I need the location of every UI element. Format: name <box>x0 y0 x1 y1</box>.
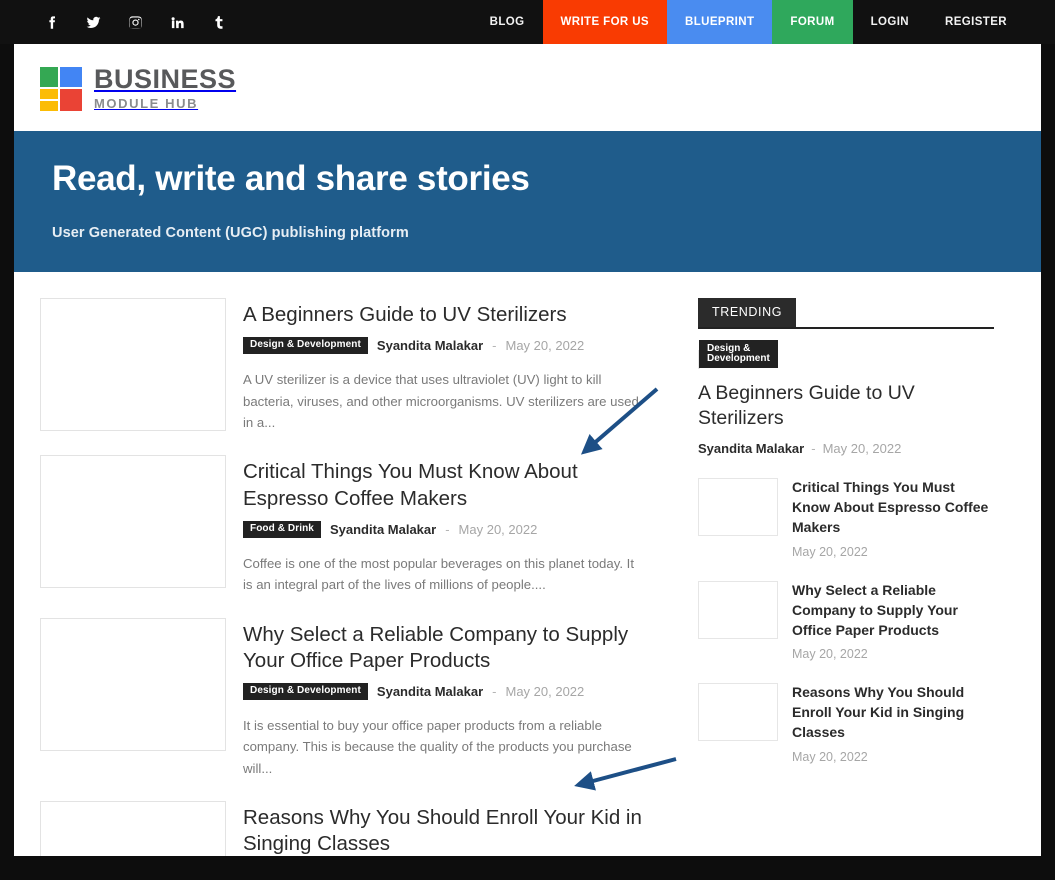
trending-list-item[interactable]: Why Select a Reliable Company to Supply … <box>698 580 994 662</box>
menu-item-forum[interactable]: FORUM <box>772 0 853 44</box>
hero-heading: Read, write and share stories <box>52 159 530 198</box>
article-excerpt: It is essential to buy your office paper… <box>243 718 632 776</box>
site-header: BUSINESS MODULE HUB <box>14 44 1041 131</box>
article-thumbnail[interactable] <box>40 298 226 431</box>
article-excerpt: A UV sterilizer is a device that uses ul… <box>243 372 639 430</box>
trending-featured-title[interactable]: A Beginners Guide to UV Sterilizers <box>698 381 994 432</box>
article-date: May 20, 2022 <box>505 338 585 354</box>
menu-item-blueprint[interactable]: BLUEPRINT <box>667 0 773 44</box>
article-item[interactable]: A Beginners Guide to UV Sterilizers Desi… <box>40 298 660 433</box>
article-meta: Food & Drink Syandita Malakar - May 20, … <box>243 520 660 538</box>
category-badge[interactable]: Food & Drink <box>243 520 321 538</box>
article-meta: Design & Development Syandita Malakar - … <box>243 683 660 701</box>
article-date: May 20, 2022 <box>822 441 902 457</box>
article-date: May 20, 2022 <box>458 521 538 537</box>
menu-item-register[interactable]: REGISTER <box>927 0 1025 44</box>
trending-header: TRENDING <box>698 298 994 329</box>
trending-item-title[interactable]: Critical Things You Must Know About Espr… <box>792 478 994 538</box>
logo-subtitle: MODULE HUB <box>94 95 199 111</box>
category-badge[interactable]: Design & Development <box>699 339 778 368</box>
trending-item-title[interactable]: Reasons Why You Should Enroll Your Kid i… <box>792 683 994 743</box>
article-thumbnail[interactable] <box>40 455 226 589</box>
facebook-icon[interactable] <box>42 13 60 31</box>
trending-item-thumbnail[interactable] <box>698 478 778 537</box>
article-meta: Design & Development Syandita Malakar - … <box>243 337 660 355</box>
article-title[interactable]: Why Select a Reliable Company to Supply … <box>243 622 660 674</box>
top-navigation-bar: BLOG WRITE FOR US BLUEPRINT FORUM LOGIN … <box>0 0 1055 44</box>
trending-sidebar: TRENDING Design & Development A Beginner… <box>698 298 994 856</box>
tumblr-icon[interactable] <box>210 13 228 31</box>
social-links <box>0 13 228 31</box>
category-badge[interactable]: Design & Development <box>243 337 368 355</box>
article-title[interactable]: Critical Things You Must Know About Espr… <box>243 459 660 511</box>
article-author[interactable]: Syandita Malakar <box>698 441 804 456</box>
site-body: BUSINESS MODULE HUB Read, write and shar… <box>14 44 1041 856</box>
trending-item-date: May 20, 2022 <box>792 750 868 765</box>
article-list: A Beginners Guide to UV Sterilizers Desi… <box>40 298 660 856</box>
logo-title: BUSINESS <box>94 63 237 94</box>
trending-featured[interactable]: Design & Development A Beginners Guide t… <box>698 339 994 456</box>
trending-label: TRENDING <box>698 298 797 327</box>
menu-item-login[interactable]: LOGIN <box>853 0 927 44</box>
menu-item-write-for-us[interactable]: WRITE FOR US <box>542 0 667 44</box>
article-author[interactable]: Syandita Malakar <box>377 684 483 699</box>
hero-banner: Read, write and share stories User Gener… <box>14 131 1041 272</box>
article-thumbnail[interactable] <box>40 801 226 856</box>
site-logo[interactable]: BUSINESS MODULE HUB <box>40 63 237 111</box>
article-item[interactable]: Reasons Why You Should Enroll Your Kid i… <box>40 801 660 856</box>
trending-featured-meta: Syandita Malakar - May 20, 2022 <box>698 441 994 456</box>
meta-separator: - <box>492 338 497 354</box>
article-author[interactable]: Syandita Malakar <box>377 338 483 353</box>
trending-item-thumbnail[interactable] <box>698 580 778 639</box>
twitter-icon[interactable] <box>84 13 102 31</box>
meta-separator: - <box>445 521 450 537</box>
trending-list-item[interactable]: Critical Things You Must Know About Espr… <box>698 478 994 559</box>
category-badge[interactable]: Design & Development <box>243 683 368 701</box>
instagram-icon[interactable] <box>126 13 144 31</box>
meta-separator: - <box>492 684 497 700</box>
article-item[interactable]: Critical Things You Must Know About Espr… <box>40 455 660 595</box>
trending-item-title[interactable]: Why Select a Reliable Company to Supply … <box>792 581 994 641</box>
hero-subheading: User Generated Content (UGC) publishing … <box>52 225 409 241</box>
linkedin-icon[interactable] <box>168 13 186 31</box>
main-menu: BLOG WRITE FOR US BLUEPRINT FORUM LOGIN … <box>472 0 1025 44</box>
trending-featured-thumbnail[interactable]: Design & Development <box>698 339 778 369</box>
logo-mark-icon <box>40 66 82 111</box>
article-title[interactable]: Reasons Why You Should Enroll Your Kid i… <box>243 805 660 856</box>
trending-list-item[interactable]: Reasons Why You Should Enroll Your Kid i… <box>698 683 994 764</box>
page-root: BLOG WRITE FOR US BLUEPRINT FORUM LOGIN … <box>0 0 1055 880</box>
trending-item-date: May 20, 2022 <box>792 544 868 559</box>
trending-item-thumbnail[interactable] <box>698 683 778 742</box>
article-title[interactable]: A Beginners Guide to UV Sterilizers <box>243 302 660 328</box>
trending-item-date: May 20, 2022 <box>792 647 868 662</box>
article-thumbnail[interactable] <box>40 617 226 751</box>
meta-separator: - <box>811 441 816 457</box>
article-item[interactable]: Why Select a Reliable Company to Supply … <box>40 617 660 780</box>
article-excerpt: Coffee is one of the most popular bevera… <box>243 555 634 593</box>
article-author[interactable]: Syandita Malakar <box>330 522 436 537</box>
content-area: A Beginners Guide to UV Sterilizers Desi… <box>14 272 1041 856</box>
menu-item-blog[interactable]: BLOG <box>472 0 543 44</box>
article-date: May 20, 2022 <box>505 684 585 700</box>
